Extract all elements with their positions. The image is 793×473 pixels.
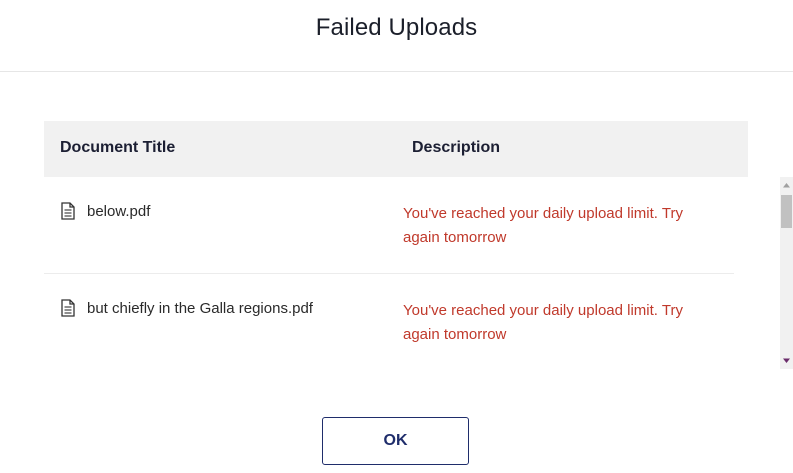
scroll-up-arrow-icon[interactable] <box>780 179 793 192</box>
table-row: below.pdf You've reached your daily uplo… <box>44 177 734 274</box>
table-row: but chiefly in the Galla regions.pdf You… <box>44 274 734 369</box>
document-icon <box>61 299 75 317</box>
column-header-description: Description <box>412 139 501 156</box>
dialog-title: Failed Uploads <box>315 14 478 41</box>
ok-button[interactable]: OK <box>322 417 469 465</box>
failed-uploads-dialog: Failed Uploads Document Title Descriptio… <box>0 0 793 473</box>
document-title: but chiefly in the Galla regions.pdf <box>87 300 313 317</box>
column-header-document-title: Document Title <box>60 139 176 156</box>
document-title: below.pdf <box>87 203 151 220</box>
error-description: You've reached your daily upload limit. … <box>403 302 683 343</box>
scrollbar-thumb[interactable] <box>781 195 792 228</box>
dialog-header: Failed Uploads <box>0 0 793 72</box>
scroll-down-arrow-icon[interactable] <box>780 354 793 367</box>
document-icon <box>61 202 75 220</box>
table-header: Document Title Description <box>44 121 748 177</box>
table-body[interactable]: below.pdf You've reached your daily uplo… <box>44 177 734 369</box>
error-description: You've reached your daily upload limit. … <box>403 205 683 246</box>
vertical-scrollbar[interactable] <box>780 177 793 369</box>
